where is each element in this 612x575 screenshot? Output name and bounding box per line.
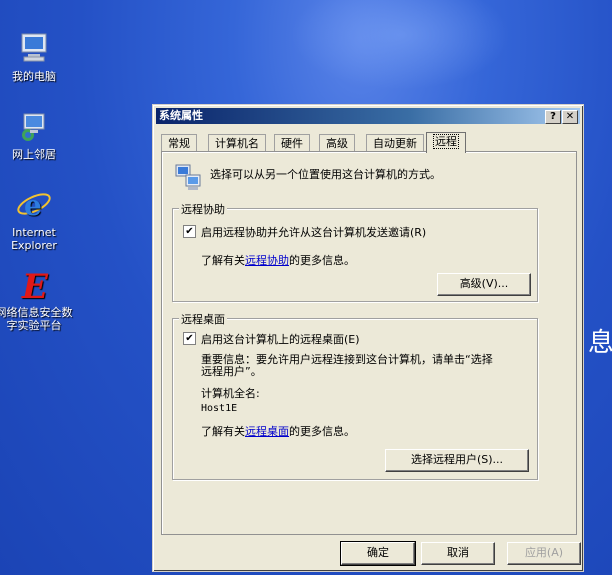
wallpaper-swirl — [290, 0, 510, 90]
remote-desktop-info: 了解有关远程桌面的更多信息。 — [201, 423, 355, 439]
info-prefix: 了解有关 — [201, 425, 245, 438]
svg-text:E: E — [21, 267, 49, 302]
computer-icon — [16, 30, 52, 66]
remote-desktop-title: 远程桌面 — [179, 311, 227, 327]
close-button[interactable]: ✕ — [562, 110, 578, 124]
desktop-icon-internet-explorer[interactable]: e Internet Explorer — [0, 186, 74, 252]
tab-hardware[interactable]: 硬件 — [274, 134, 310, 152]
remote-computers-icon — [174, 162, 204, 192]
tab-label: 高级 — [326, 137, 348, 150]
tab-label: 计算机名 — [215, 137, 259, 150]
cancel-button[interactable]: 取消 — [421, 542, 495, 565]
desktop-icon-label: Internet Explorer — [11, 226, 57, 252]
important-info-line2: 远程用户”。 — [201, 365, 262, 378]
remote-desktop-checkbox-label[interactable]: 启用这台计算机上的远程桌面(E) — [201, 331, 360, 347]
system-properties-dialog: 系统属性 ? ✕ 常规 计算机名 硬件 高级 自动更新 远程 选择可以从另一个位… — [152, 104, 584, 572]
remote-desktop-group: 远程桌面 ✔ 启用这台计算机上的远程桌面(E) 重要信息：要允许用户远程连接到这… — [172, 311, 538, 480]
dialog-titlebar[interactable]: 系统属性 ? ✕ — [156, 108, 580, 124]
remote-assistance-link[interactable]: 远程协助 — [245, 254, 289, 267]
network-places-icon — [16, 108, 52, 144]
tab-label: 自动更新 — [373, 137, 417, 150]
remote-tab-panel: 选择可以从另一个位置使用这台计算机的方式。 远程协助 ✔ 启用远程协助并允许从这… — [161, 151, 577, 535]
remote-assistance-info: 了解有关远程协助的更多信息。 — [201, 252, 355, 268]
tab-remote[interactable]: 远程 — [426, 132, 466, 153]
desktop-icon-label: 我的电脑 — [12, 70, 56, 83]
tab-general[interactable]: 常规 — [161, 134, 197, 152]
tab-advanced[interactable]: 高级 — [319, 134, 355, 152]
computer-name-value: Host1E — [201, 403, 238, 414]
remote-desktop-link[interactable]: 远程桌面 — [245, 425, 289, 438]
internet-explorer-icon: e — [16, 186, 52, 222]
apply-button[interactable]: 应用(A) — [507, 542, 581, 565]
advanced-button[interactable]: 高级(V)... — [437, 273, 531, 296]
tab-label: 常规 — [168, 137, 190, 150]
remote-assistance-checkbox[interactable]: ✔ — [183, 225, 196, 238]
tab-label: 硬件 — [281, 137, 303, 150]
desktop-icon-my-computer[interactable]: 我的电脑 — [0, 30, 74, 83]
select-remote-users-button[interactable]: 选择远程用户(S)... — [385, 449, 529, 472]
remote-assistance-checkbox-label[interactable]: 启用远程协助并允许从这台计算机发送邀请(R) — [201, 224, 426, 240]
ok-button[interactable]: 确定 — [340, 541, 416, 566]
tab-label: 远程 — [433, 134, 459, 149]
security-lab-logo-icon: E — [16, 266, 52, 307]
dialog-title: 系统属性 — [159, 109, 203, 122]
tab-computer-name[interactable]: 计算机名 — [208, 134, 266, 152]
computer-name-label: 计算机全名: — [201, 387, 260, 400]
svg-text:e: e — [24, 189, 42, 222]
info-suffix: 的更多信息。 — [289, 254, 355, 267]
help-button[interactable]: ? — [545, 110, 561, 124]
remote-assistance-group: 远程协助 ✔ 启用远程协助并允许从这台计算机发送邀请(R) 了解有关远程协助的更… — [172, 201, 538, 302]
remote-desktop-checkbox[interactable]: ✔ — [183, 332, 196, 345]
desktop-icon-security-lab[interactable]: E 网络信息安全数字实验平台 — [0, 266, 74, 332]
remote-intro-text: 选择可以从另一个位置使用这台计算机的方式。 — [210, 168, 441, 181]
desktop-icon-label: 网上邻居 — [12, 148, 56, 161]
desktop-icon-network-places[interactable]: 网上邻居 — [0, 108, 74, 161]
info-suffix: 的更多信息。 — [289, 425, 355, 438]
tab-automatic-updates[interactable]: 自动更新 — [366, 134, 424, 152]
info-prefix: 了解有关 — [201, 254, 245, 267]
desktop-partial-text: 息 — [588, 328, 612, 358]
remote-assistance-title: 远程协助 — [179, 201, 227, 217]
desktop-icon-label: 网络信息安全数字实验平台 — [0, 306, 73, 332]
